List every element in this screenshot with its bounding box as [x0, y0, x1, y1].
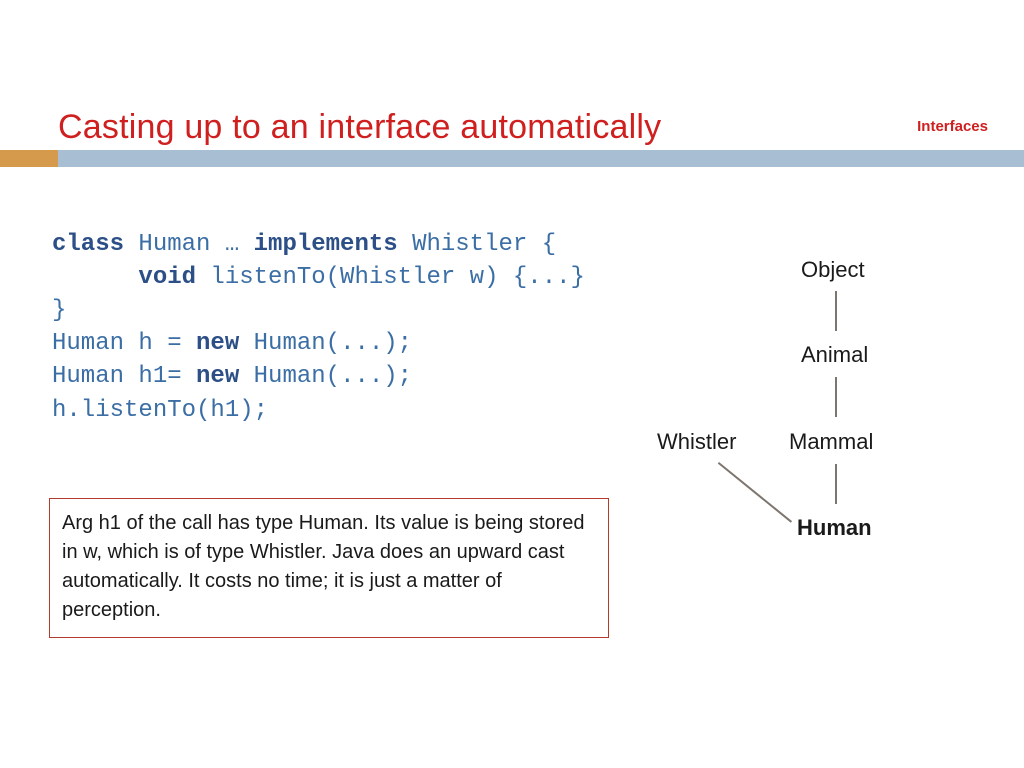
node-animal: Animal — [801, 342, 868, 368]
code-text: Human h1= — [52, 363, 196, 390]
edge-mammal-human — [835, 464, 837, 504]
note-box: Arg h1 of the call has type Human. Its v… — [49, 498, 609, 638]
edge-animal-mammal — [835, 377, 837, 417]
code-text: Human h = — [52, 330, 196, 357]
edge-object-animal — [835, 291, 837, 331]
note-text: Arg h1 of the call has type Human. Its v… — [62, 512, 585, 621]
class-hierarchy-diagram: Object Animal Whistler Mammal Human — [623, 257, 993, 617]
section-label: Interfaces — [917, 118, 988, 135]
keyword-class: class — [52, 231, 124, 258]
code-text: Whistler { — [398, 231, 556, 258]
code-text: Human … — [124, 231, 254, 258]
node-human: Human — [797, 515, 872, 541]
code-text: Human(...); — [239, 363, 412, 390]
code-text: listenTo(Whistler w) {...} — [196, 264, 585, 291]
code-text: h.listenTo(h1); — [52, 397, 268, 424]
node-whistler: Whistler — [657, 429, 736, 455]
slide-title: Casting up to an interface automatically — [58, 108, 661, 147]
keyword-new: new — [196, 330, 239, 357]
edge-whistler-human — [718, 462, 792, 523]
node-mammal: Mammal — [789, 429, 873, 455]
keyword-implements: implements — [254, 231, 398, 258]
keyword-new: new — [196, 363, 239, 390]
divider-accent — [0, 150, 58, 167]
title-divider — [0, 150, 1024, 167]
divider-main — [58, 150, 1024, 167]
code-text: Human(...); — [239, 330, 412, 357]
code-block: class Human … implements Whistler { void… — [52, 228, 585, 427]
keyword-void: void — [138, 264, 196, 291]
code-text: } — [52, 297, 66, 324]
node-object: Object — [801, 257, 865, 283]
code-indent — [52, 264, 138, 291]
